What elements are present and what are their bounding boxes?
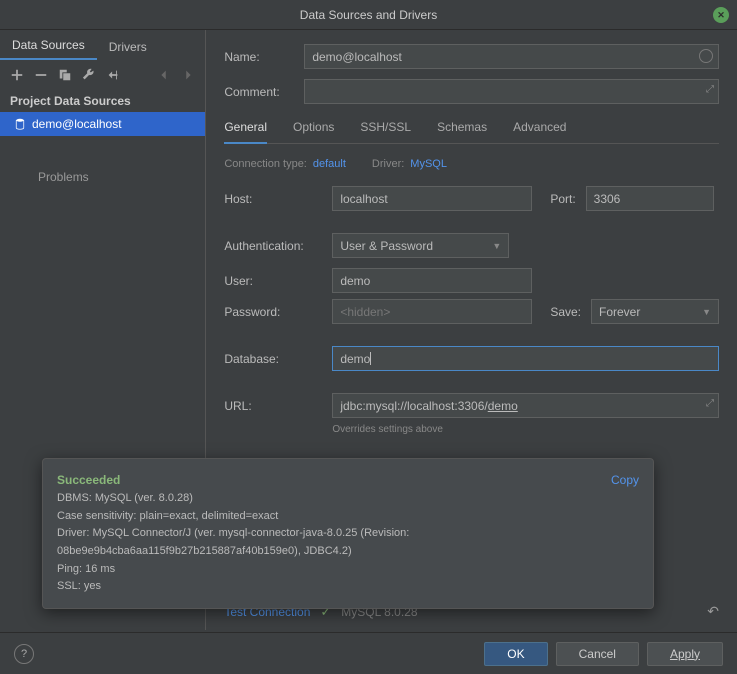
popup-revision: 08be9e9b4cba6aa115f9b27b215887af40b159e0… [57,543,639,561]
tab-sshssl[interactable]: SSH/SSL [360,114,411,143]
database-icon [14,118,26,130]
wrench-icon[interactable] [82,68,96,82]
tab-schemas[interactable]: Schemas [437,114,487,143]
cancel-button[interactable]: Cancel [556,642,639,666]
auth-dropdown-value: User & Password [340,239,433,253]
label-port: Port: [532,192,585,206]
row-auth: Authentication: User & Password ▼ [224,233,719,258]
label-auth: Authentication: [224,239,332,253]
help-icon[interactable]: ? [14,644,34,664]
url-prefix: jdbc:mysql://localhost:3306/ [340,399,487,413]
comment-input[interactable]: ⤢ [304,79,719,104]
tab-general[interactable]: General [224,114,267,144]
conn-type-link[interactable]: default [313,158,346,170]
tree-item-demo[interactable]: demo@localhost [0,112,205,136]
connection-info: Connection type: default Driver: MySQL [224,158,719,170]
expand-icon[interactable]: ⤢ [706,84,714,95]
password-input[interactable] [332,299,532,324]
titlebar: Data Sources and Drivers [0,0,737,30]
popup-ssl: SSL: yes [57,578,639,596]
tab-drivers[interactable]: Drivers [97,34,159,60]
row-database: Database: demo [224,346,719,371]
name-input[interactable] [304,44,719,69]
save-dropdown-value: Forever [599,305,640,319]
undo-icon[interactable]: ↶ [707,603,719,620]
row-host: Host: Port: [224,186,719,211]
driver-label: Driver: [372,158,404,170]
section-project-data-sources: Project Data Sources [0,90,205,112]
tab-options[interactable]: Options [293,114,334,143]
chevron-down-icon: ▼ [702,307,711,317]
conn-type-label: Connection type: [224,158,307,170]
content-tabs: General Options SSH/SSL Schemas Advanced [224,114,719,144]
footer: ? OK Cancel Apply [0,632,737,674]
label-name: Name: [224,50,304,64]
host-input[interactable] [332,186,532,211]
authentication-dropdown[interactable]: User & Password ▼ [332,233,509,258]
save-dropdown[interactable]: Forever ▼ [591,299,719,324]
revert-icon[interactable] [106,68,120,82]
tab-advanced[interactable]: Advanced [513,114,566,143]
label-url: URL: [224,399,332,413]
dialog-title: Data Sources and Drivers [300,8,437,22]
user-input[interactable] [332,268,532,293]
popup-success: Succeeded [57,471,639,490]
apply-button[interactable]: Apply [647,642,723,666]
expand-icon[interactable]: ⤢ [706,398,714,409]
left-toolbar [0,60,205,90]
label-database: Database: [224,352,332,366]
remove-icon[interactable] [34,68,48,82]
label-save: Save: [532,305,591,319]
copy-link[interactable]: Copy [611,471,639,490]
row-password: Password: Save: Forever ▼ [224,299,719,324]
left-panel-tabs: Data Sources Drivers [0,30,205,60]
row-user: User: [224,268,719,293]
database-input[interactable]: demo [332,346,719,371]
url-input[interactable]: jdbc:mysql://localhost:3306/demo ⤢ [332,393,719,418]
arrow-right-icon[interactable] [181,68,195,82]
port-input[interactable] [586,186,714,211]
row-comment: Comment: ⤢ [224,79,719,104]
label-host: Host: [224,192,332,206]
arrow-left-icon[interactable] [157,68,171,82]
row-name: Name: [224,44,719,69]
tab-data-sources[interactable]: Data Sources [0,32,97,60]
close-icon[interactable] [713,7,729,23]
test-connection-popup: Succeeded Copy DBMS: MySQL (ver. 8.0.28)… [42,458,654,609]
reset-name-icon[interactable] [699,49,713,63]
driver-link[interactable]: MySQL [410,158,447,170]
ok-button[interactable]: OK [484,642,547,666]
tree-item-label: demo@localhost [32,117,122,131]
label-comment: Comment: [224,85,304,99]
label-password: Password: [224,305,332,319]
url-demo: demo [488,399,518,413]
problems-section[interactable]: Problems [0,162,205,192]
chevron-down-icon: ▼ [492,241,501,251]
override-note: Overrides settings above [332,424,719,435]
popup-dbms: DBMS: MySQL (ver. 8.0.28) [57,490,639,508]
duplicate-icon[interactable] [58,68,72,82]
popup-ping: Ping: 16 ms [57,561,639,579]
popup-driver: Driver: MySQL Connector/J (ver. mysql-co… [57,525,639,543]
row-url: URL: jdbc:mysql://localhost:3306/demo ⤢ [224,393,719,418]
label-user: User: [224,274,332,288]
add-icon[interactable] [10,68,24,82]
popup-case: Case sensitivity: plain=exact, delimited… [57,508,639,526]
